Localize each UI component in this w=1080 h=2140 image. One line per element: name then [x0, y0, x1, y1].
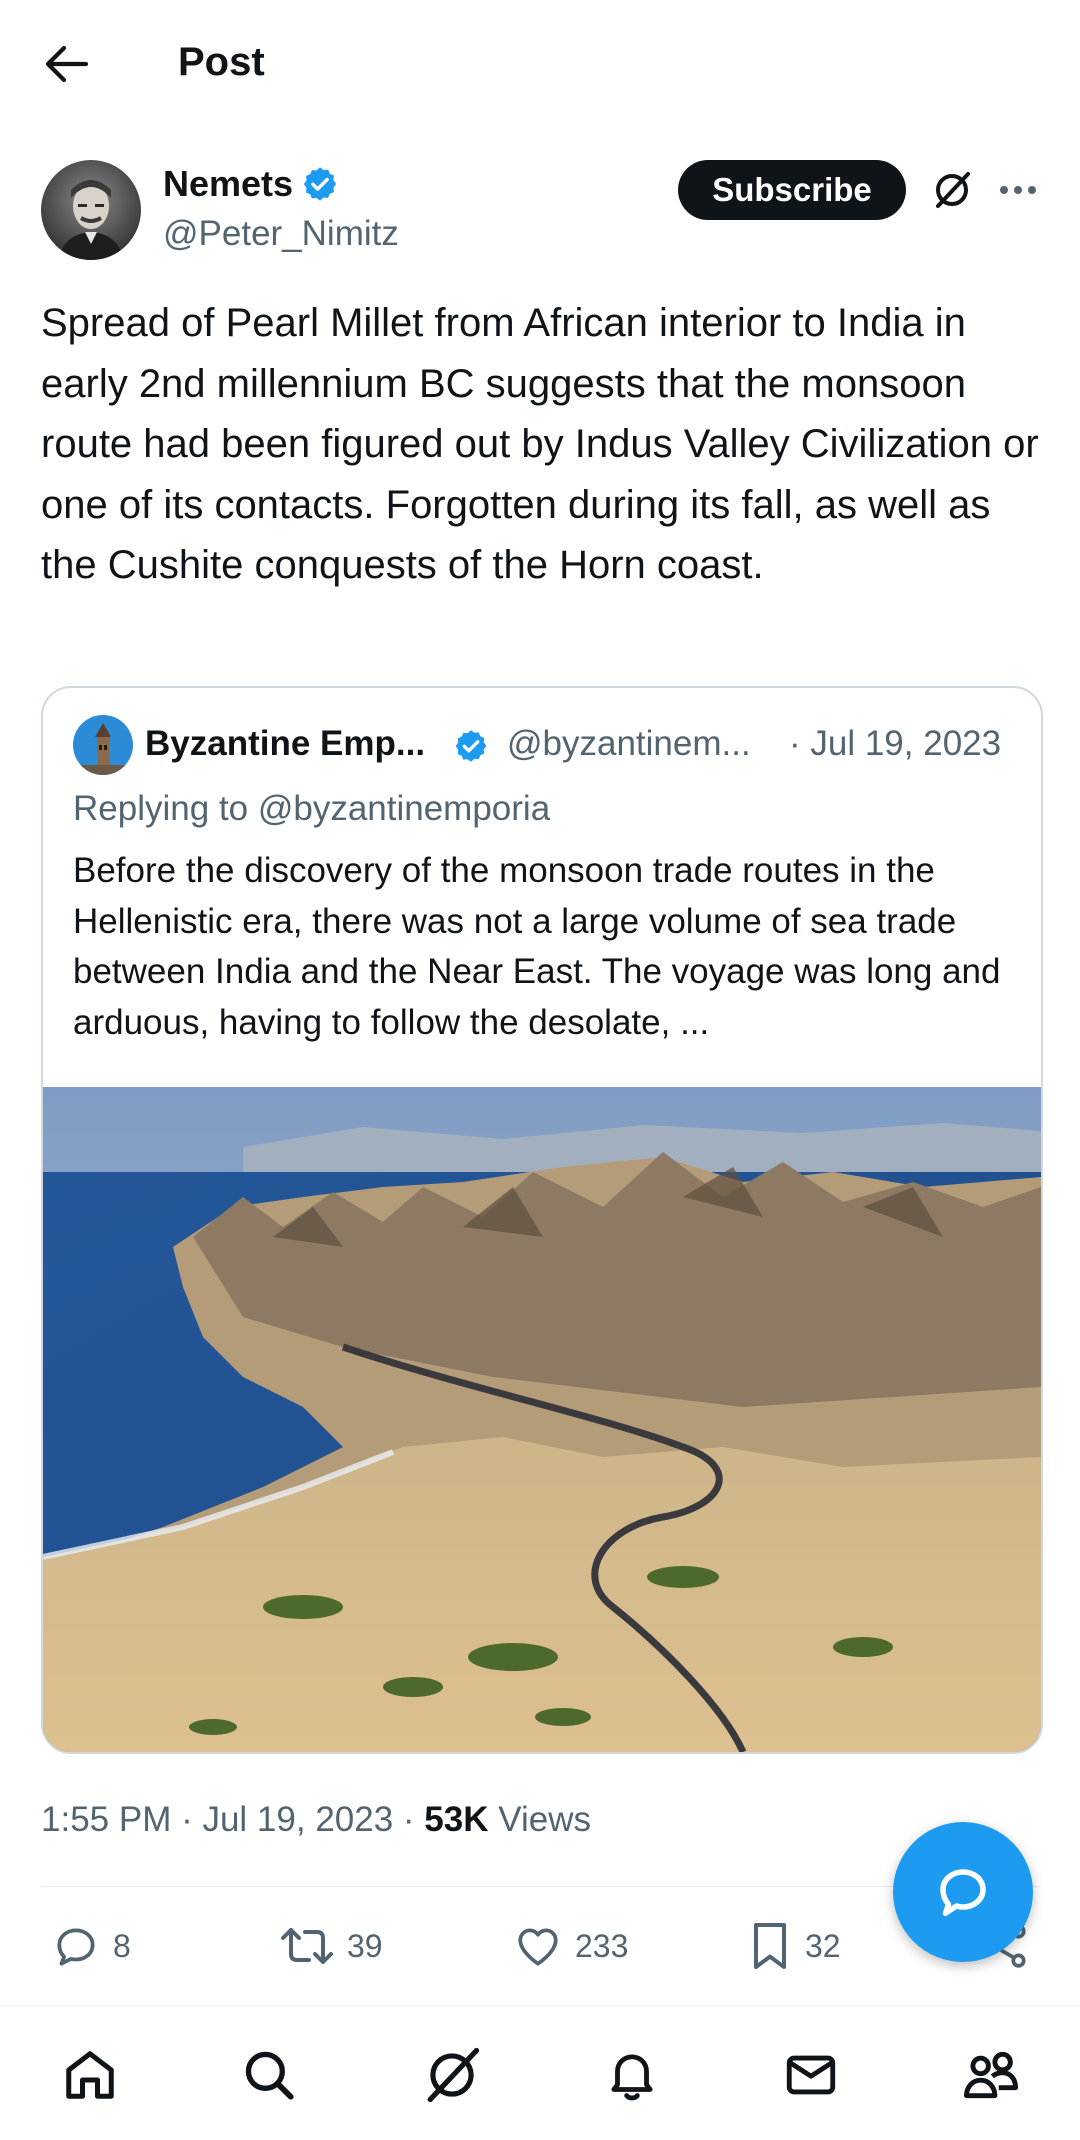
bookmark-count: 32 [805, 1927, 841, 1964]
replying-to-label: Replying to @byzantinemporia [73, 789, 551, 828]
divider [41, 1886, 1039, 1887]
bottom-navigation [0, 2008, 1080, 2140]
top-bar: Post [0, 0, 1080, 126]
like-button[interactable]: 233 [513, 1910, 628, 1982]
coastal-landscape-image[interactable] [43, 1087, 1041, 1752]
action-bar: 8 39 233 32 [41, 1910, 1041, 1982]
grok-icon [427, 2047, 480, 2103]
subscribe-button[interactable]: Subscribe [678, 160, 906, 220]
bookmark-icon [754, 1923, 786, 1969]
repost-button[interactable]: 39 [279, 1910, 383, 1982]
author-name-text: Nemets [163, 163, 294, 204]
post-time: 1:55 PM [41, 1800, 172, 1839]
compose-reply-icon [940, 1869, 986, 1916]
nav-messages[interactable] [768, 2032, 854, 2118]
heart-icon [518, 1928, 558, 1966]
home-icon [66, 2051, 114, 2099]
bell-icon [611, 2054, 653, 2101]
quoted-post-text: Before the discovery of the monsoon trad… [73, 851, 1001, 1042]
nav-notifications[interactable] [589, 2032, 675, 2118]
quoted-post[interactable]: Byzantine Emp... @byzantinem... · Jul 19… [41, 686, 1043, 1754]
quoted-author-name[interactable]: Byzantine Emp... [145, 716, 425, 772]
author-handle[interactable]: @Peter_Nimitz [163, 210, 399, 258]
views-label: Views [498, 1800, 591, 1839]
grok-button[interactable] [926, 164, 978, 216]
nav-grok[interactable] [409, 2032, 495, 2118]
arrow-left-icon [45, 45, 88, 83]
nav-search[interactable] [226, 2032, 312, 2118]
views-count: 53K [424, 1800, 489, 1839]
quoted-author-avatar[interactable] [73, 715, 133, 775]
reply-count: 8 [113, 1927, 131, 1964]
verified-badge-icon [303, 167, 337, 201]
bottom-nav-divider [0, 2006, 1080, 2007]
quoted-author-handle[interactable]: @byzantinem... [507, 716, 751, 772]
author-name[interactable]: Nemets [163, 160, 339, 208]
author-avatar[interactable] [41, 160, 141, 260]
post-date: Jul 19, 2023 [202, 1800, 394, 1839]
quoted-post-date: · Jul 19, 2023 [789, 724, 1002, 763]
search-icon [245, 2051, 294, 2100]
communities-icon [964, 2051, 1018, 2099]
nav-communities[interactable] [948, 2032, 1034, 2118]
repost-count: 39 [347, 1927, 383, 1964]
post-text: Spread of Pearl Millet from African inte… [41, 301, 1039, 587]
more-options-button[interactable] [994, 164, 1042, 216]
verified-badge-icon [455, 730, 487, 762]
nav-home[interactable] [47, 2032, 133, 2118]
mail-icon [786, 2055, 836, 2095]
back-button[interactable] [38, 38, 94, 90]
repost-icon [281, 1928, 333, 1964]
post-meta: 1:55 PM · Jul 19, 2023 · 53K Views [41, 1800, 591, 1839]
reply-icon [57, 1928, 95, 1966]
like-count: 233 [575, 1927, 629, 1964]
compose-reply-button[interactable] [893, 1822, 1033, 1962]
more-horizontal-icon [1000, 186, 1036, 194]
page-title: Post [178, 40, 265, 84]
grok-icon [936, 172, 970, 208]
reply-button[interactable]: 8 [51, 1910, 131, 1982]
bookmark-button[interactable]: 32 [747, 1910, 841, 1982]
